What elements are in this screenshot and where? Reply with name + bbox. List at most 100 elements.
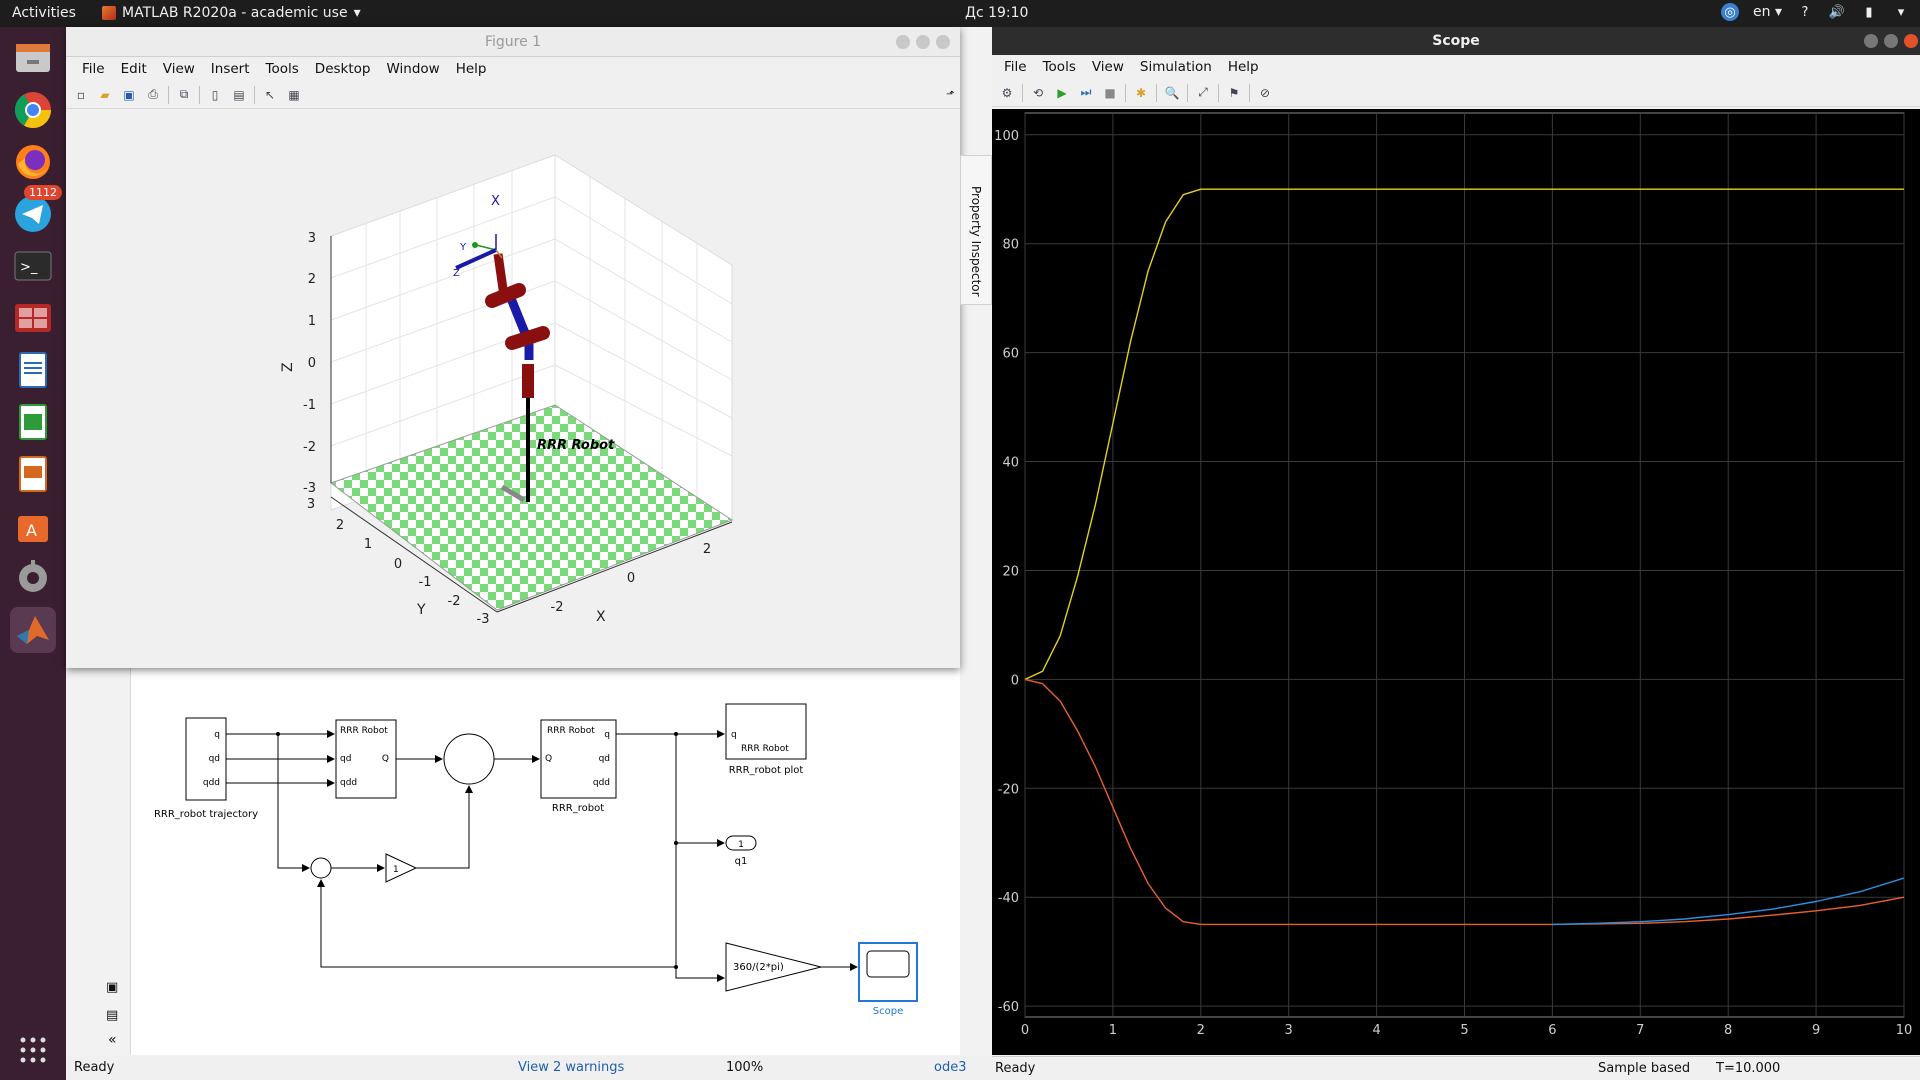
highlight-icon[interactable]: ✱ <box>1132 84 1150 102</box>
software-center-icon[interactable]: A <box>10 503 56 549</box>
rne-title: RRR Robot <box>340 726 388 736</box>
chrome-icon[interactable] <box>10 87 56 133</box>
robot-dynamics-block[interactable]: RRR Robot Q q qd qdd RRR_robot <box>540 719 617 814</box>
menu-edit[interactable]: Edit <box>113 57 155 81</box>
robot-name-label: RRR Robot <box>537 438 615 453</box>
camera-icon[interactable]: ▣ <box>106 980 118 995</box>
rad2deg-gain-value: 360/(2*pi) <box>733 962 784 973</box>
menu-tools[interactable]: Tools <box>258 57 307 81</box>
firefox-icon[interactable] <box>10 139 56 185</box>
new-figure-icon[interactable]: ▫ <box>72 86 90 104</box>
minimize-button[interactable] <box>896 35 910 49</box>
undock-icon[interactable]: ⬏ <box>946 89 954 100</box>
scope-block[interactable]: Scope <box>858 942 918 1017</box>
app-menu-label: MATLAB R2020a - academic use <box>122 5 348 21</box>
scope-minimize-button[interactable] <box>1864 34 1878 48</box>
step-forward-icon[interactable]: ⏭ <box>1077 84 1095 102</box>
matlab-dock-icon[interactable] <box>10 607 56 653</box>
show-applications-icon[interactable] <box>10 1027 56 1073</box>
terminal-icon[interactable]: >_ <box>10 243 56 289</box>
error-sum-block[interactable] <box>310 857 332 879</box>
property-editor-icon[interactable]: ▦ <box>285 86 303 104</box>
calc-icon[interactable] <box>10 399 56 445</box>
scope-settings-icon[interactable]: ⚙ <box>998 84 1016 102</box>
robot-3d-axes[interactable]: Y Z X RRR Robot 3 2 1 0 -1 -2 -3 Z 3 2 1… <box>66 109 960 669</box>
sum-block[interactable] <box>443 733 495 785</box>
rne-port-qd: qd <box>340 754 351 764</box>
run-icon[interactable]: ▶ <box>1053 84 1071 102</box>
measurements-icon[interactable]: ⊘ <box>1256 84 1274 102</box>
simulink-left-toolbar: ▣ ▤ « <box>66 640 130 1055</box>
zoom-icon[interactable]: 🔍 <box>1163 84 1181 102</box>
close-button[interactable] <box>936 35 950 49</box>
writer-icon[interactable] <box>10 347 56 393</box>
scope-menu-file[interactable]: File <box>996 55 1035 79</box>
maximize-button[interactable] <box>916 35 930 49</box>
pointer-icon[interactable]: ↖ <box>261 86 279 104</box>
figure-titlebar[interactable]: Figure 1 <box>66 27 960 57</box>
step-back-icon[interactable]: ⟲ <box>1029 84 1047 102</box>
app-grid-red-icon[interactable] <box>10 295 56 341</box>
x-tick-label: 6 <box>1548 1023 1556 1038</box>
save-icon[interactable]: ▣ <box>120 86 138 104</box>
scope-menu-help[interactable]: Help <box>1220 55 1267 79</box>
view-warnings-link[interactable]: View 2 warnings <box>518 1060 624 1075</box>
telegram-icon[interactable]: 1112 <box>10 185 62 237</box>
app-menu[interactable]: MATLAB R2020a - academic use ▾ <box>102 5 361 21</box>
menu-desktop[interactable]: Desktop <box>307 57 379 81</box>
language-indicator[interactable]: en ▾ <box>1753 4 1782 20</box>
files-icon[interactable] <box>10 35 56 81</box>
print-icon[interactable]: ⎙ <box>144 86 162 104</box>
activities-button[interactable]: Activities <box>12 5 76 21</box>
volume-icon[interactable]: 🔊 <box>1828 3 1846 21</box>
stop-icon[interactable]: ■ <box>1101 84 1119 102</box>
help-icon[interactable]: ? <box>1796 3 1814 21</box>
scope-plot-area[interactable]: 0 1 2 3 4 5 6 7 8 9 10 100 80 60 40 20 0 -20 -40 -60 <box>992 109 1920 1055</box>
scope-maximize-button[interactable] <box>1884 34 1898 48</box>
figure-window: Figure 1 File Edit View Insert Tools Des… <box>66 27 960 668</box>
scope-menu-simulation[interactable]: Simulation <box>1132 55 1220 79</box>
scope-menu-view[interactable]: View <box>1084 55 1132 79</box>
clock[interactable]: Дс 19:10 <box>965 5 1028 21</box>
menu-insert[interactable]: Insert <box>203 57 258 81</box>
plot-label: RRR_robot plot <box>729 765 804 776</box>
scope-menu-tools[interactable]: Tools <box>1035 55 1084 79</box>
simulink-canvas[interactable]: q qd qdd RRR_robot trajectory RRR Robot … <box>130 640 960 1055</box>
link-plot-icon[interactable]: ⧉ <box>175 86 193 104</box>
scope-status-bar: Ready Sample based T=10.000 <box>992 1056 1920 1080</box>
network-status-icon[interactable]: ◎ <box>1721 3 1740 21</box>
y-tick: 2 <box>336 518 344 533</box>
menu-view[interactable]: View <box>155 57 203 81</box>
gain-block[interactable]: 1 <box>385 853 418 883</box>
z-tick: 3 <box>308 231 316 246</box>
colorbar-icon[interactable]: ▯ <box>206 86 224 104</box>
x-tick-label: 0 <box>1021 1023 1029 1038</box>
simulink-status-bar: Ready View 2 warnings 100% ode3 <box>66 1056 992 1080</box>
impress-icon[interactable] <box>10 451 56 497</box>
x-tick-label: 10 <box>1896 1023 1913 1038</box>
rne-block[interactable]: RRR Robot qd qdd Q <box>335 719 397 799</box>
scope-titlebar[interactable]: Scope <box>992 27 1920 55</box>
outport-q1[interactable]: 1 q1 <box>725 835 757 867</box>
settings-icon[interactable] <box>10 555 56 601</box>
collapse-panel-icon[interactable]: « <box>108 1032 117 1048</box>
battery-icon[interactable]: ▮ <box>1860 3 1878 21</box>
rad2deg-gain-block[interactable]: 360/(2*pi) <box>725 942 822 992</box>
scope-close-button[interactable] <box>1904 34 1918 48</box>
menu-window[interactable]: Window <box>378 57 447 81</box>
trajectory-block[interactable]: q qd qdd RRR_robot trajectory <box>154 717 258 820</box>
autoscale-icon[interactable]: ⤢ <box>1194 84 1212 102</box>
menu-help[interactable]: Help <box>448 57 495 81</box>
z-tick: -1 <box>303 398 316 413</box>
open-icon[interactable]: ▰ <box>96 86 114 104</box>
triggers-icon[interactable]: ⚑ <box>1225 84 1243 102</box>
z-tick: 0 <box>308 356 316 371</box>
menu-file[interactable]: File <box>74 57 113 81</box>
system-menu-icon[interactable]: ▾ <box>1892 3 1910 21</box>
property-inspector-tab[interactable]: Property Inspector <box>960 155 992 305</box>
solver-link[interactable]: ode3 <box>934 1060 966 1075</box>
legend-icon[interactable]: ▤ <box>230 86 248 104</box>
scope-status-ready: Ready <box>995 1061 1036 1076</box>
plot-block[interactable]: q RRR Robot RRR_robot plot <box>725 703 807 776</box>
report-icon[interactable]: ▤ <box>106 1008 118 1023</box>
